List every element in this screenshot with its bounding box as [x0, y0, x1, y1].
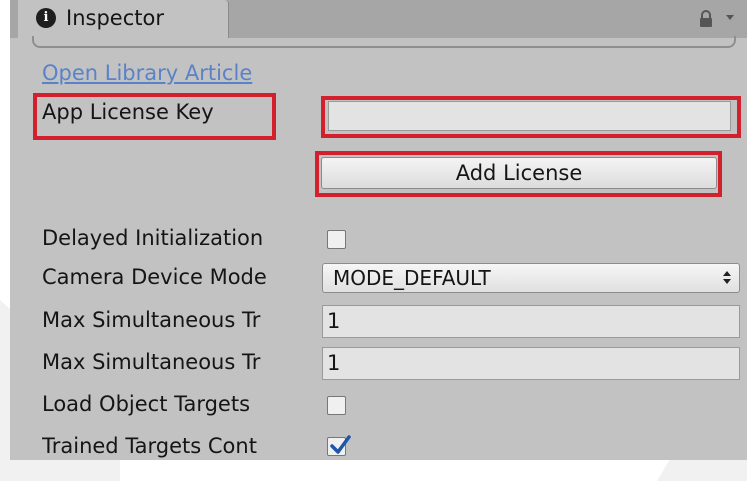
max-simultaneous-input[interactable]: 1: [322, 305, 740, 338]
delayed-initialization-checkbox[interactable]: [327, 230, 346, 249]
tab-title: Inspector: [66, 6, 164, 30]
load-object-targets-label: Load Object Targets: [42, 392, 251, 416]
menu-caret-icon[interactable]: [726, 15, 734, 20]
open-library-article-link[interactable]: Open Library Article: [42, 61, 252, 85]
trained-targets-label: Trained Targets Cont: [42, 434, 257, 458]
load-object-targets-checkbox[interactable]: [327, 396, 346, 415]
camera-device-mode-label: Camera Device Mode: [42, 265, 267, 289]
inspector-panel: i Inspector Open Library Article App Lic…: [10, 0, 747, 460]
highlight-box: [315, 151, 722, 197]
tab-inspector[interactable]: i Inspector: [18, 0, 229, 38]
dropdown-value: MODE_DEFAULT: [333, 266, 491, 290]
trained-targets-checkbox[interactable]: [327, 435, 351, 456]
checkmark-icon: [330, 435, 351, 454]
dropdown-arrows-icon: [723, 271, 731, 285]
max-simultaneous-input[interactable]: 1: [322, 347, 740, 380]
highlight-box: [33, 93, 276, 140]
highlight-box: [321, 96, 741, 138]
camera-device-mode-dropdown[interactable]: MODE_DEFAULT: [322, 263, 740, 293]
max-simultaneous-label: Max Simultaneous Tr: [42, 308, 261, 332]
max-simultaneous-label: Max Simultaneous Tr: [42, 350, 261, 374]
section-divider: [32, 36, 736, 48]
delayed-initialization-label: Delayed Initialization: [42, 226, 264, 250]
lock-icon[interactable]: [696, 9, 716, 29]
tab-bar: i Inspector: [10, 0, 747, 38]
info-icon: i: [36, 8, 56, 28]
